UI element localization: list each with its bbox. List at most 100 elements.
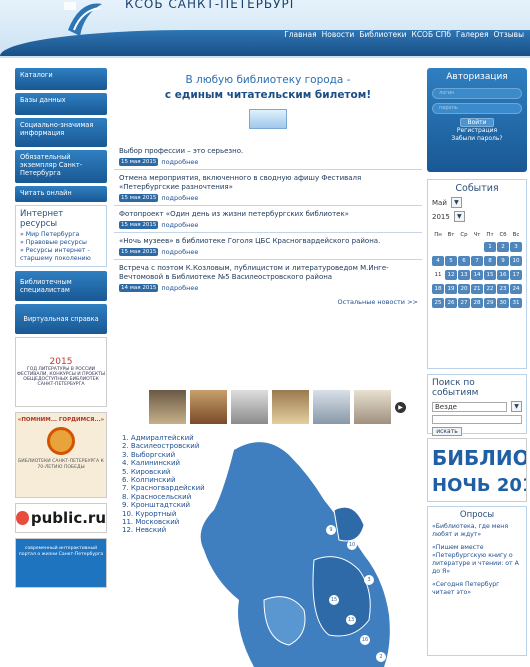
district-link[interactable]: 3. Выборгский	[122, 451, 205, 459]
calendar-day[interactable]: 5	[445, 256, 457, 266]
news-title[interactable]: Отмена мероприятия, включенного в сводну…	[119, 174, 418, 192]
chevron-down-icon[interactable]: ▼	[511, 401, 522, 412]
gallery-photo[interactable]	[149, 390, 186, 424]
nav-home[interactable]: Главная	[284, 30, 316, 39]
poll-link[interactable]: «Библиотека, где меня любят и ждут»	[432, 523, 522, 539]
calendar-day[interactable]: 12	[445, 270, 457, 280]
calendar-day[interactable]: 25	[432, 298, 444, 308]
calendar-day[interactable]: 22	[484, 284, 496, 294]
calendar-day[interactable]: 4	[432, 256, 444, 266]
menu-virtual-reference[interactable]: Виртуальная справка	[15, 304, 107, 334]
calendar-day[interactable]: 19	[445, 284, 457, 294]
calendar-day[interactable]: 1	[484, 242, 496, 252]
month-select[interactable]: Май ▼	[432, 197, 522, 208]
news-title[interactable]: «Ночь музеев» в библиотеке Гоголя ЦБС Кр…	[119, 237, 418, 246]
district-link[interactable]: 11. Московский	[122, 518, 205, 526]
calendar-day[interactable]: 8	[484, 256, 496, 266]
calendar-day[interactable]: 23	[497, 284, 509, 294]
calendar-day[interactable]: 18	[432, 284, 444, 294]
calendar-day[interactable]: 28	[471, 298, 483, 308]
nav-reviews[interactable]: Отзывы	[493, 30, 524, 39]
news-more-link[interactable]: подробнее	[161, 194, 198, 202]
news-more-link[interactable]: подробнее	[161, 248, 198, 256]
calendar-day[interactable]: 10	[510, 256, 522, 266]
news-title[interactable]: Выбор профессии – это серьезно.	[119, 147, 418, 156]
district-link[interactable]: 5. Кировский	[122, 468, 205, 476]
menu-catalogs[interactable]: Каталоги	[15, 68, 107, 90]
poll-link[interactable]: «Пишем вместе «Петербургскую книгу о лит…	[432, 544, 522, 576]
menu-social-info[interactable]: Социально-значимая информация	[15, 118, 107, 147]
district-link[interactable]: 6. Колпинский	[122, 476, 205, 484]
nav-news[interactable]: Новости	[322, 30, 355, 39]
map-district-badge[interactable]: 2	[376, 652, 386, 662]
calendar-day[interactable]: 29	[484, 298, 496, 308]
calendar-day[interactable]: 17	[510, 270, 522, 280]
login-field[interactable]: логин	[432, 88, 522, 99]
calendar-day[interactable]: 16	[497, 270, 509, 280]
news-more-link[interactable]: подробнее	[161, 284, 198, 292]
calendar-day[interactable]: 30	[497, 298, 509, 308]
gallery-photo[interactable]	[272, 390, 309, 424]
map-district-badge[interactable]: 13	[346, 615, 356, 625]
register-link[interactable]: Регистрация	[432, 127, 522, 135]
calendar-day[interactable]: 27	[458, 298, 470, 308]
calendar-day[interactable]: 3	[510, 242, 522, 252]
district-link[interactable]: 4. Калининский	[122, 459, 205, 467]
calendar-day[interactable]: 13	[458, 270, 470, 280]
site-logo[interactable]	[60, 0, 105, 38]
banner-public-ru[interactable]: public.ru	[15, 503, 107, 533]
calendar-day[interactable]: 31	[510, 298, 522, 308]
calendar-day[interactable]: 9	[497, 256, 509, 266]
banner-gorod[interactable]: современный интерактивный портал о жизни…	[15, 538, 107, 588]
calendar-day[interactable]: 7	[471, 256, 483, 266]
calendar-day[interactable]: 24	[510, 284, 522, 294]
map-district-badge[interactable]: 15	[329, 595, 339, 605]
reader-card-image[interactable]	[249, 109, 287, 129]
news-more-link[interactable]: подробнее	[161, 158, 198, 166]
nav-libraries[interactable]: Библиотеки	[359, 30, 406, 39]
gallery-next-icon[interactable]: ▶	[395, 401, 406, 413]
calendar-day[interactable]: 15	[484, 270, 496, 280]
banner-year-of-literature[interactable]: 2015 ГОД ЛИТЕРАТУРЫ В РОССИИ ФЕСТИВАЛИ, …	[15, 337, 107, 407]
calendar-day[interactable]: 14	[471, 270, 483, 280]
map-district-badge[interactable]: 16	[360, 635, 370, 645]
login-button[interactable]: Войти	[460, 118, 494, 127]
banner-victory[interactable]: «ПОМНИМ... ГОРДИМСЯ...» БИБЛИОТЕКИ САНКТ…	[15, 412, 107, 498]
map-district-badge[interactable]: 10	[347, 540, 357, 550]
district-link[interactable]: 12. Невский	[122, 526, 205, 534]
forgot-password-link[interactable]: Забыли пароль?	[432, 135, 522, 143]
calendar-day[interactable]: 2	[497, 242, 509, 252]
gallery-photo[interactable]	[313, 390, 350, 424]
nav-ksob[interactable]: КСОБ СПб	[412, 30, 452, 39]
gallery-photo[interactable]	[354, 390, 391, 424]
link-seniors-resources[interactable]: » Ресурсы интернет - старшему поколению	[20, 247, 102, 263]
poll-link[interactable]: «Сегодня Петербург читает это»	[432, 581, 522, 597]
year-select[interactable]: 2015 ▼	[432, 211, 522, 222]
map-district-badge[interactable]: 3	[364, 575, 374, 585]
calendar-day[interactable]: 21	[471, 284, 483, 294]
district-link[interactable]: 2. Василеостровский	[122, 442, 205, 450]
menu-read-online[interactable]: Читать онлайн	[15, 186, 107, 202]
calendar-day[interactable]: 6	[458, 256, 470, 266]
news-title[interactable]: Фотопроект «Один день из жизни петербург…	[119, 210, 418, 219]
calendar-day[interactable]: 20	[458, 284, 470, 294]
menu-databases[interactable]: Базы данных	[15, 93, 107, 115]
news-more-link[interactable]: подробнее	[161, 221, 198, 229]
password-field[interactable]: пароль	[432, 103, 522, 114]
calendar-day[interactable]: 26	[445, 298, 457, 308]
event-search-input[interactable]	[432, 415, 522, 424]
news-title[interactable]: Встреча с поэтом К.Козловым, публицистом…	[119, 264, 418, 282]
chevron-down-icon[interactable]: ▼	[450, 197, 462, 208]
event-search-button[interactable]: искать	[432, 427, 462, 436]
district-link[interactable]: 1. Адмиралтейский	[122, 434, 205, 442]
gallery-photo[interactable]	[190, 390, 227, 424]
district-link[interactable]: 10. Курортный	[122, 510, 205, 518]
district-link[interactable]: 7. Красногвардейский	[122, 484, 205, 492]
district-link[interactable]: 9. Кронштадтский	[122, 501, 205, 509]
all-news-link[interactable]: Остальные новости >>	[114, 295, 422, 306]
menu-library-specialists[interactable]: Библиотечным специалистам	[15, 271, 107, 301]
gallery-photo[interactable]	[231, 390, 268, 424]
banner-biblionight[interactable]: БИБЛИО НОЧЬ 2015	[427, 438, 530, 502]
event-scope-select[interactable]: Везде ▼	[432, 401, 522, 412]
nav-gallery[interactable]: Галерея	[456, 30, 488, 39]
